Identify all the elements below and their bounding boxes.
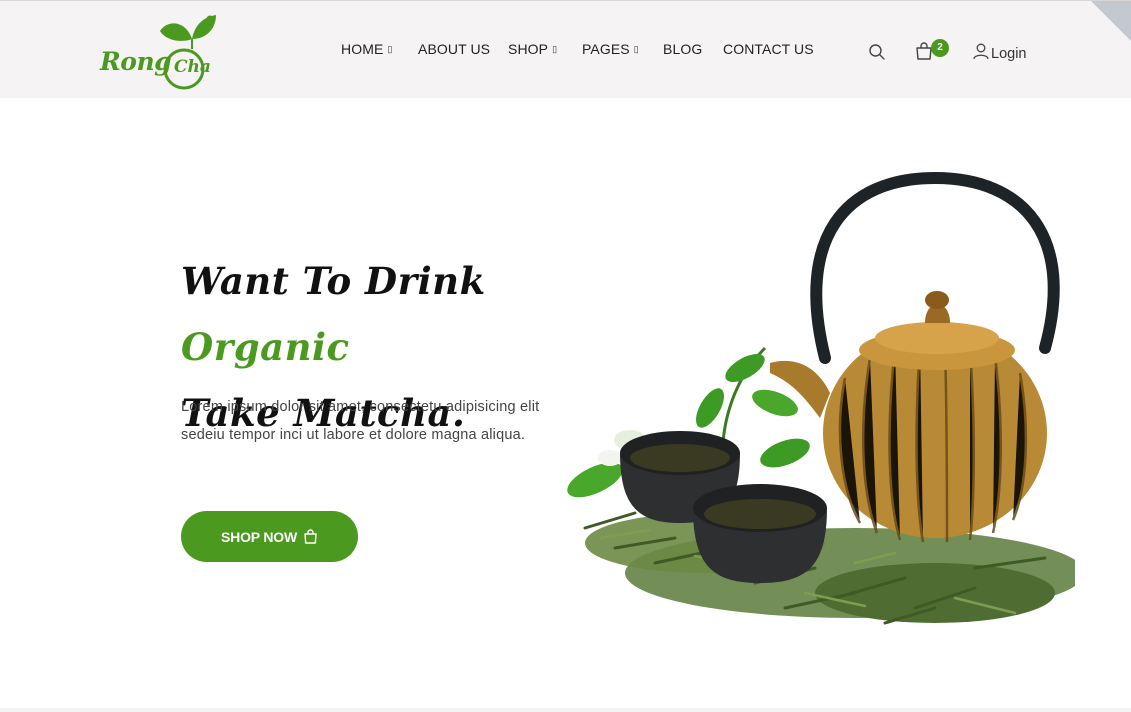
site-header: Rong Cha HOME ▯ ABOUT US SHOP ▯ PAGES ▯ BLO… xyxy=(0,0,1131,98)
login-link[interactable]: Login xyxy=(973,43,1026,63)
nav-item-label: HOME xyxy=(341,41,384,57)
nav-item-label: ABOUT US xyxy=(418,41,491,57)
user-icon xyxy=(973,43,989,60)
shopping-bag-icon xyxy=(304,529,317,544)
nav-item-pages[interactable]: PAGES ▯ xyxy=(582,41,639,57)
teapot xyxy=(770,171,1060,543)
teapot-and-tea-cups-image xyxy=(567,171,1075,625)
search-icon[interactable] xyxy=(868,43,886,61)
shop-now-button[interactable]: SHOP NOW xyxy=(181,511,358,562)
dropdown-caret-icon: ▯ xyxy=(552,44,558,54)
cart-count-badge: 2 xyxy=(931,39,949,57)
brand-name-second: Cha xyxy=(174,57,211,77)
dropdown-caret-icon: ▯ xyxy=(387,44,393,54)
nav-item-about-us[interactable]: ABOUT US xyxy=(418,41,490,57)
hero-title-highlight: Organic xyxy=(181,325,350,369)
nav-item-label: BLOG xyxy=(663,41,703,57)
nav-item-shop[interactable]: SHOP ▯ xyxy=(508,41,557,57)
corner-fold xyxy=(1091,1,1131,41)
section-divider xyxy=(0,708,1131,712)
nav-item-label: SHOP xyxy=(508,41,549,57)
nav-item-blog[interactable]: BLOG xyxy=(663,41,702,57)
nav-item-label: CONTACT US xyxy=(723,41,814,57)
hero-description: Lorem ipsum dolor sit amet, consectetu a… xyxy=(181,399,540,443)
nav-item-home[interactable]: HOME ▯ xyxy=(341,41,392,57)
nav-item-contact-us[interactable]: CONTACT US xyxy=(723,41,814,57)
shop-now-label: SHOP NOW xyxy=(221,528,297,545)
dropdown-caret-icon: ▯ xyxy=(633,44,639,54)
tea-leaves xyxy=(583,511,1075,625)
nav-item-label: PAGES xyxy=(582,41,630,57)
tea-cup xyxy=(693,484,827,583)
login-label: Login xyxy=(991,46,1027,62)
brand-logo[interactable]: Rong Cha xyxy=(98,13,222,91)
hero-title-part1: Want To Drink xyxy=(181,259,486,303)
brand-name-first: Rong xyxy=(100,47,172,76)
